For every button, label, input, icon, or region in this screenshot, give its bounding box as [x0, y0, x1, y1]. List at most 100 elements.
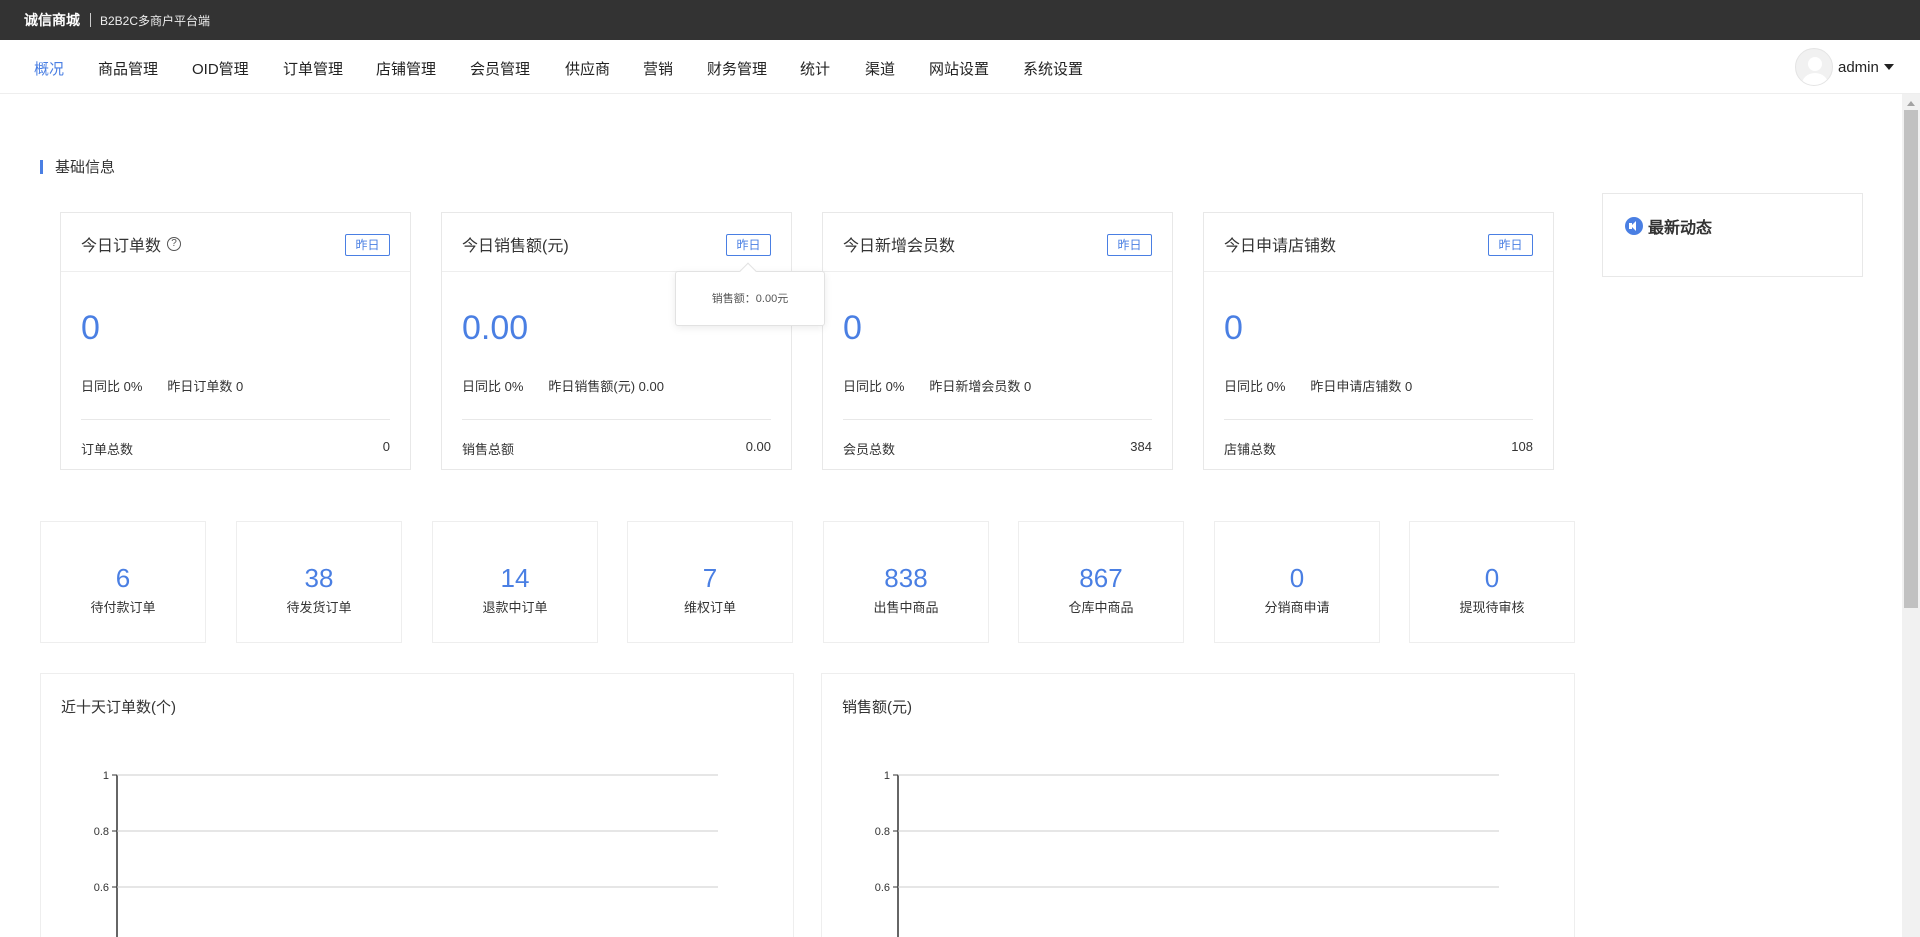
y-tick-label: 1 — [103, 770, 109, 782]
stat-value: 14 — [500, 563, 530, 593]
stat-value: 38 — [304, 563, 334, 593]
card-today-new-members: 今日新增会员数 昨日 0 日同比 0% 昨日新增会员数 0 会员总数 384 — [822, 212, 1173, 470]
help-icon[interactable]: ? — [167, 237, 182, 251]
avatar-body-shape — [1802, 73, 1828, 85]
card-compare: 日同比 0% 昨日订单数 0 — [81, 376, 243, 395]
stat-distributor-applications[interactable]: 0 分销商申请 — [1214, 521, 1380, 643]
chart-plot: 1 0.8 0.6 — [875, 770, 1499, 937]
nav-item-overview[interactable]: 概况 — [34, 58, 64, 79]
stat-label: 待付款订单 — [90, 600, 156, 615]
news-title-text: 最新动态 — [1648, 220, 1713, 237]
nav-item-marketing[interactable]: 营销 — [643, 58, 673, 79]
card-title: 今日销售额(元) — [462, 232, 569, 256]
card-divider — [462, 419, 771, 420]
total-label: 销售总额 — [462, 442, 515, 457]
section-header: 基础信息 — [40, 156, 115, 177]
scrollbar-thumb[interactable] — [1904, 110, 1918, 608]
nav-item-system-settings[interactable]: 系统设置 — [1023, 58, 1083, 79]
yesterday-value: 昨日销售额(元) 0.00 — [548, 379, 664, 394]
card-divider — [843, 419, 1152, 420]
nav-item-stores[interactable]: 店铺管理 — [376, 58, 436, 79]
scroll-up-arrow-icon[interactable] — [1907, 101, 1915, 106]
top-bar: 诚信商城 B2B2C多商户平台端 — [0, 0, 1920, 40]
nav-item-channels[interactable]: 渠道 — [865, 58, 895, 79]
card-header: 今日订单数 ? 昨日 — [61, 213, 410, 272]
chart-sales-amount: 销售额(元) 1 0.8 0.6 — [821, 673, 1575, 937]
card-title-text: 今日申请店铺数 — [1224, 238, 1337, 255]
card-value: 0 — [843, 309, 862, 347]
stat-pending-payment[interactable]: 6 待付款订单 — [40, 521, 206, 643]
avatar[interactable] — [1795, 48, 1833, 86]
card-today-orders: 今日订单数 ? 昨日 0 日同比 0% 昨日订单数 0 订单总数 0 — [60, 212, 411, 470]
card-title-text: 今日订单数 — [81, 238, 162, 255]
yesterday-button[interactable]: 昨日 — [1107, 234, 1152, 256]
y-tick-label: 0.8 — [875, 826, 890, 838]
day-over-day-ratio: 日同比 0% — [81, 379, 143, 394]
card-title: 今日订单数 ? — [81, 232, 182, 256]
card-value: 0.00 — [462, 309, 529, 347]
stat-products-on-sale[interactable]: 838 出售中商品 — [823, 521, 989, 643]
y-tick-label: 0.6 — [94, 882, 109, 894]
stat-label: 提现待审核 — [1459, 600, 1525, 615]
card-title-text: 今日新增会员数 — [843, 238, 956, 255]
page-scrollbar[interactable] — [1902, 94, 1920, 937]
stat-label: 仓库中商品 — [1068, 600, 1134, 615]
y-tick-label: 1 — [884, 770, 890, 782]
stat-value: 838 — [884, 563, 928, 593]
stat-products-in-warehouse[interactable]: 867 仓库中商品 — [1018, 521, 1184, 643]
main-nav: 概况 商品管理 OID管理 订单管理 店铺管理 会员管理 供应商 营销 财务管理… — [0, 40, 1920, 94]
stat-refunding[interactable]: 14 退款中订单 — [432, 521, 598, 643]
total-value: 0.00 — [745, 439, 771, 454]
card-today-sales: 今日销售额(元) 昨日 0.00 日同比 0% 昨日销售额(元) 0.00 销售总… — [441, 212, 792, 470]
stat-value: 7 — [702, 563, 718, 593]
card-header: 今日新增会员数 昨日 — [823, 213, 1172, 272]
nav-item-oid[interactable]: OID管理 — [192, 58, 249, 79]
user-menu[interactable]: admin — [1795, 48, 1894, 86]
nav-item-members[interactable]: 会员管理 — [470, 58, 530, 79]
card-value: 0 — [81, 309, 100, 347]
platform-subtitle: B2B2C多商户平台端 — [100, 13, 211, 28]
card-title: 今日申请店铺数 — [1224, 232, 1336, 256]
chevron-down-icon[interactable] — [1883, 64, 1894, 70]
yesterday-value: 昨日新增会员数 0 — [929, 379, 1032, 394]
card-header: 今日销售额(元) 昨日 — [442, 213, 791, 272]
y-tick-label: 0.8 — [94, 826, 109, 838]
stat-rights-orders[interactable]: 7 维权订单 — [627, 521, 793, 643]
stat-value: 867 — [1079, 563, 1123, 593]
card-value: 0 — [1224, 309, 1243, 347]
chart-orders-10-days: 近十天订单数(个) 1 0.8 0.6 — [40, 673, 794, 937]
chart-plot: 1 0.8 0.6 — [94, 770, 718, 937]
nav-item-orders[interactable]: 订单管理 — [283, 58, 343, 79]
section-title: 基础信息 — [55, 159, 116, 176]
brand-name[interactable]: 诚信商城 — [24, 10, 80, 30]
total-value: 0 — [382, 439, 390, 454]
nav-item-site-settings[interactable]: 网站设置 — [929, 58, 989, 79]
nav-item-finance[interactable]: 财务管理 — [707, 58, 767, 79]
nav-item-statistics[interactable]: 统计 — [800, 58, 830, 79]
total-value: 384 — [1130, 439, 1152, 454]
card-compare: 日同比 0% 昨日申请店铺数 0 — [1224, 376, 1412, 395]
yesterday-button[interactable]: 昨日 — [726, 234, 771, 256]
yesterday-button[interactable]: 昨日 — [345, 234, 390, 256]
nav-item-suppliers[interactable]: 供应商 — [565, 58, 610, 79]
card-divider — [81, 419, 390, 420]
total-value: 108 — [1511, 439, 1533, 454]
username[interactable]: admin — [1838, 59, 1879, 76]
stat-label: 出售中商品 — [873, 600, 939, 615]
total-label: 店铺总数 — [1224, 442, 1277, 457]
speaker-icon — [1625, 217, 1643, 235]
stat-withdrawals-pending[interactable]: 0 提现待审核 — [1409, 521, 1575, 643]
card-title-text: 今日销售额(元) — [462, 238, 569, 255]
card-compare: 日同比 0% 昨日销售额(元) 0.00 — [462, 376, 664, 395]
total-label: 订单总数 — [81, 442, 134, 457]
card-today-store-applications: 今日申请店铺数 昨日 0 日同比 0% 昨日申请店铺数 0 店铺总数 108 — [1203, 212, 1554, 470]
stat-value: 0 — [1289, 563, 1305, 593]
card-compare: 日同比 0% 昨日新增会员数 0 — [843, 376, 1031, 395]
stat-label: 待发货订单 — [286, 600, 352, 615]
stat-value: 0 — [1484, 563, 1500, 593]
stat-pending-shipment[interactable]: 38 待发货订单 — [236, 521, 402, 643]
day-over-day-ratio: 日同比 0% — [462, 379, 524, 394]
nav-item-products[interactable]: 商品管理 — [98, 58, 158, 79]
yesterday-button[interactable]: 昨日 — [1488, 234, 1533, 256]
y-tick-label: 0.6 — [875, 882, 890, 894]
